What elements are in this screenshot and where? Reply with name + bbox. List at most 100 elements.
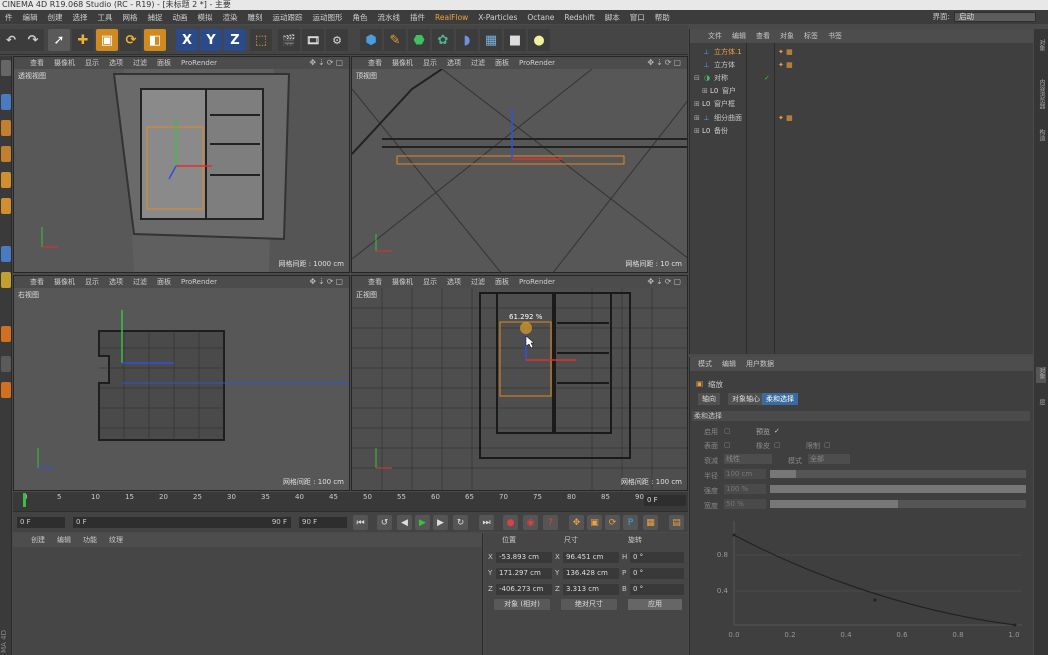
vp-menu-display[interactable]: 显示 (85, 58, 99, 68)
radius-slider[interactable] (770, 470, 1026, 478)
position-z-field[interactable]: -406.273 cm (496, 584, 552, 595)
vp-menu-view[interactable]: 查看 (368, 58, 382, 68)
menu-item[interactable]: 窗口 (625, 12, 650, 23)
falloff-curve-graph[interactable]: 0.8 0.4 0.0 0.2 0.4 0.6 0.8 1.0 (710, 515, 1030, 651)
mat-menu-edit[interactable]: 编辑 (57, 535, 71, 545)
vp-menu-camera[interactable]: 摄像机 (54, 58, 75, 68)
record-icon[interactable]: ● (503, 515, 518, 530)
viewport-top[interactable]: 查看 摄像机 显示 选项 过滤 面板 ProRender ✥⇣⟳▢ 顶视图 网格间距 : 1… (351, 56, 688, 273)
strength-slider[interactable] (770, 485, 1026, 493)
start-frame-field[interactable]: 0 F (17, 517, 65, 528)
viewport-front[interactable]: 查看 摄像机 显示 选项 过滤 面板 ProRender ✥⇣⟳▢ 正视图 61.292 %… (351, 275, 688, 491)
key-rotation-icon[interactable]: ⟳ (605, 515, 620, 530)
menu-item[interactable]: 角色 (348, 12, 373, 23)
select-icon[interactable]: ➚ (48, 29, 70, 51)
side-tab-attributes[interactable]: 对象 (1036, 367, 1046, 383)
key-parameter-icon[interactable]: P (623, 515, 638, 530)
viewport-right[interactable]: 查看 摄像机 显示 选项 过滤 面板 ProRender ✥⇣⟳▢ 右视图 网格间距 : 1… (13, 275, 350, 491)
vp-menu-filter[interactable]: 过滤 (471, 58, 485, 68)
mat-menu-texture[interactable]: 纹理 (109, 535, 123, 545)
side-tab-objects[interactable]: 对象 (1036, 39, 1046, 51)
object-row[interactable]: ⊞ L0 窗户框 (690, 98, 1034, 111)
z-axis-icon[interactable]: Z (224, 29, 246, 51)
obj-menu-bookmarks[interactable]: 书签 (828, 31, 842, 41)
play-icon[interactable]: ▶ (415, 515, 430, 530)
expand-icon[interactable]: ⊞ (694, 112, 700, 125)
tab-axis[interactable]: 轴向 (698, 393, 720, 405)
key-position-icon[interactable]: ✥ (569, 515, 584, 530)
attr-menu-mode[interactable]: 模式 (698, 359, 712, 369)
width-field[interactable]: 50 % (724, 499, 766, 509)
pen-icon[interactable]: ✎ (384, 29, 406, 51)
goto-end-icon[interactable]: ⏭ (479, 515, 494, 530)
size-z-field[interactable]: 3.313 cm (563, 584, 619, 595)
prev-frame-icon[interactable]: ◀ (397, 515, 412, 530)
expand-icon[interactable]: ⊞ (694, 98, 700, 111)
width-slider[interactable] (770, 500, 1026, 508)
mat-menu-function[interactable]: 功能 (83, 535, 97, 545)
object-row[interactable]: ⊟ ◑ 对称 ✓ (690, 72, 1034, 85)
viewport-nav-icons[interactable]: ✥⇣⟳▢ (309, 277, 345, 286)
vp-menu-view[interactable]: 查看 (368, 277, 382, 287)
object-row[interactable]: ⊞ L0 窗户 (690, 85, 1034, 98)
falloff-dropdown[interactable]: 线性 (724, 454, 772, 464)
menu-item[interactable]: RealFlow (430, 13, 473, 22)
polygons-mode-icon[interactable] (1, 146, 11, 162)
vp-menu-view[interactable]: 查看 (30, 277, 44, 287)
surface-checkbox[interactable]: ▢ (724, 441, 731, 449)
keyframe-selection-icon[interactable]: ? (543, 515, 558, 530)
timeline[interactable]: 051015202530354045505560657075808590 0 F (13, 492, 688, 511)
x-axis-icon[interactable]: X (176, 29, 198, 51)
menu-item[interactable]: Redshift (559, 13, 599, 22)
scale-icon[interactable]: ▣ (96, 29, 118, 51)
radius-field[interactable]: 100 cm (724, 469, 766, 479)
enabled-check-icon[interactable]: ✓ (764, 72, 770, 85)
move-icon[interactable]: ✚ (72, 29, 94, 51)
interface-dropdown[interactable]: 启动 (954, 11, 1036, 22)
size-mode-dropdown[interactable]: 绝对尺寸 (561, 599, 617, 610)
points-mode-icon[interactable] (1, 94, 11, 110)
key-pla-icon[interactable]: ▦ (643, 515, 658, 530)
render-view-icon[interactable]: 🎬 (278, 29, 300, 51)
attr-menu-edit[interactable]: 编辑 (722, 359, 736, 369)
rotation-p-field[interactable]: 0 ° (630, 568, 684, 579)
render-settings-icon[interactable]: ⚙ (326, 29, 348, 51)
menu-item[interactable]: 编辑 (18, 12, 43, 23)
rotation-h-field[interactable]: 0 ° (630, 552, 684, 563)
make-editable-icon[interactable] (1, 60, 11, 76)
object-row[interactable]: ⊞ ⟂ 细分曲面 ✦ ▦ (690, 112, 1034, 125)
menu-item[interactable]: 渲染 (218, 12, 243, 23)
vp-menu-options[interactable]: 选项 (447, 277, 461, 287)
tab-object-axis[interactable]: 对象轴心 (728, 393, 764, 405)
size-y-field[interactable]: 136.428 cm (563, 568, 619, 579)
strength-field[interactable]: 100 % (724, 484, 766, 494)
nurbs-icon[interactable]: ⬣ (408, 29, 430, 51)
vp-menu-filter[interactable]: 过滤 (133, 58, 147, 68)
menu-item[interactable]: 创建 (43, 12, 68, 23)
vp-menu-prorender[interactable]: ProRender (181, 59, 217, 67)
coord-mode-dropdown[interactable]: 对象 (相对) (494, 599, 550, 610)
obj-menu-view[interactable]: 查看 (756, 31, 770, 41)
position-y-field[interactable]: 171.297 cm (496, 568, 552, 579)
vp-menu-display[interactable]: 显示 (85, 277, 99, 287)
vp-menu-display[interactable]: 显示 (423, 58, 437, 68)
vp-menu-camera[interactable]: 摄像机 (392, 58, 413, 68)
expand-icon[interactable]: ⊞ (702, 85, 708, 98)
viewport-perspective[interactable]: 查看 摄像机 显示 选项 过滤 面板 ProRender ✥⇣⟳▢ 透视视图 网格间距 : … (13, 56, 350, 273)
vp-menu-prorender[interactable]: ProRender (519, 59, 555, 67)
vp-menu-panel[interactable]: 面板 (495, 58, 509, 68)
menu-item[interactable]: 动画 (168, 12, 193, 23)
menu-item[interactable]: 工具 (93, 12, 118, 23)
menu-item[interactable]: 件 (0, 12, 18, 23)
render-picture-viewer-icon[interactable]: 🎞 (302, 29, 324, 51)
menu-item[interactable]: 运动图形 (308, 12, 348, 23)
vp-menu-view[interactable]: 查看 (30, 58, 44, 68)
mode-dropdown[interactable]: 全部 (808, 454, 850, 464)
obj-menu-file[interactable]: 文件 (708, 31, 722, 41)
environment-icon[interactable]: ◗ (456, 29, 478, 51)
viewport-nav-icons[interactable]: ✥⇣⟳▢ (647, 58, 683, 67)
object-row[interactable]: ⟂ 立方体.1 ✦ ▦ (690, 46, 1034, 59)
attr-menu-userdata[interactable]: 用户数据 (746, 359, 774, 369)
apply-button[interactable]: 应用 (628, 599, 682, 610)
vp-menu-options[interactable]: 选项 (447, 58, 461, 68)
